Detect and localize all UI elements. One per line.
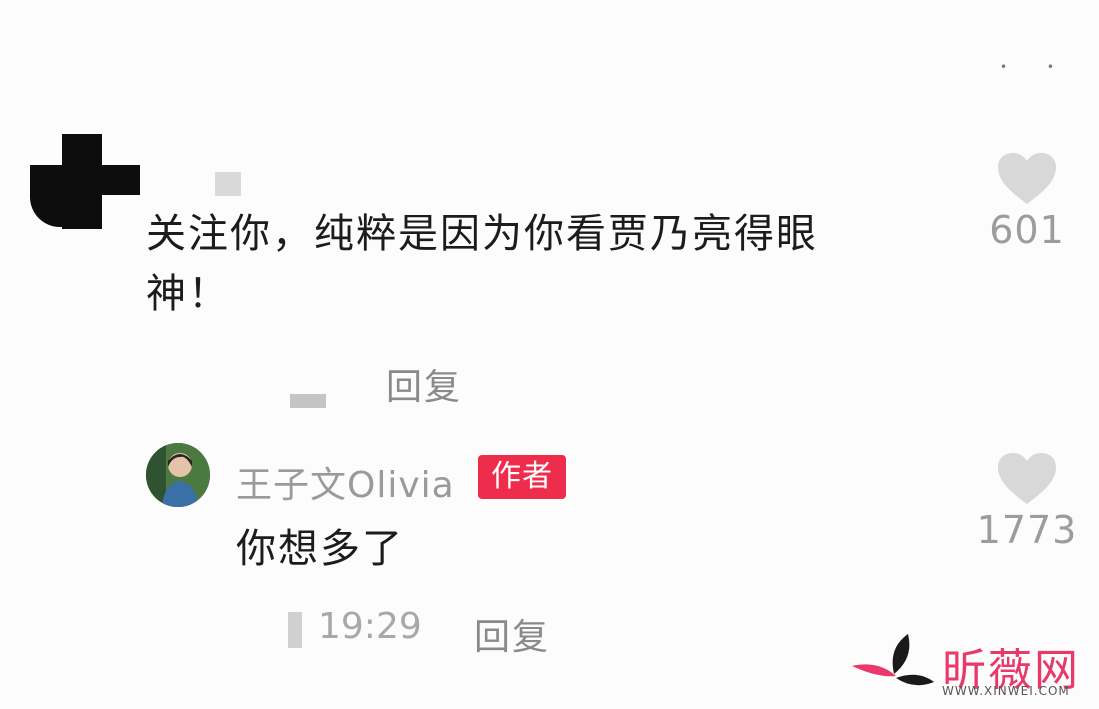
like-button[interactable]: 601 bbox=[972, 152, 1082, 252]
heart-icon bbox=[998, 153, 1056, 204]
censored-timestamp bbox=[290, 394, 326, 408]
like-button-author[interactable]: 1773 bbox=[972, 452, 1082, 552]
comment-text-line1: 关注你，纯粹是因为你看贾乃亮得眼 bbox=[146, 211, 818, 257]
heart-icon bbox=[998, 453, 1056, 504]
like-count: 601 bbox=[989, 208, 1065, 252]
comment-text-line2: 神！ bbox=[146, 271, 230, 317]
status-dots: • • bbox=[1000, 60, 1072, 74]
reply-text: 你想多了 bbox=[236, 526, 404, 572]
watermark-url: WWW.XINWEI.COM bbox=[942, 684, 1070, 698]
reply-button[interactable]: 回复 bbox=[386, 358, 462, 410]
watermark: 昕薇网 WWW.XINWEI.COM bbox=[848, 630, 1093, 705]
author-badge: 作者 bbox=[478, 455, 566, 499]
avatar-image bbox=[146, 443, 210, 507]
comment-thread-screen: • • 关注你，纯粹是因为你看贾乃亮得眼 神！ 回复 601 王子文Olivia… bbox=[0, 0, 1099, 709]
author-username[interactable]: 王子文Olivia bbox=[236, 456, 455, 508]
censored-date bbox=[288, 612, 302, 648]
avatar[interactable] bbox=[146, 443, 210, 507]
like-count: 1773 bbox=[976, 508, 1078, 552]
comment-timestamp: 19:29 bbox=[318, 606, 422, 647]
leaf-logo-icon bbox=[852, 634, 934, 686]
reply-button-author[interactable]: 回复 bbox=[474, 608, 550, 660]
